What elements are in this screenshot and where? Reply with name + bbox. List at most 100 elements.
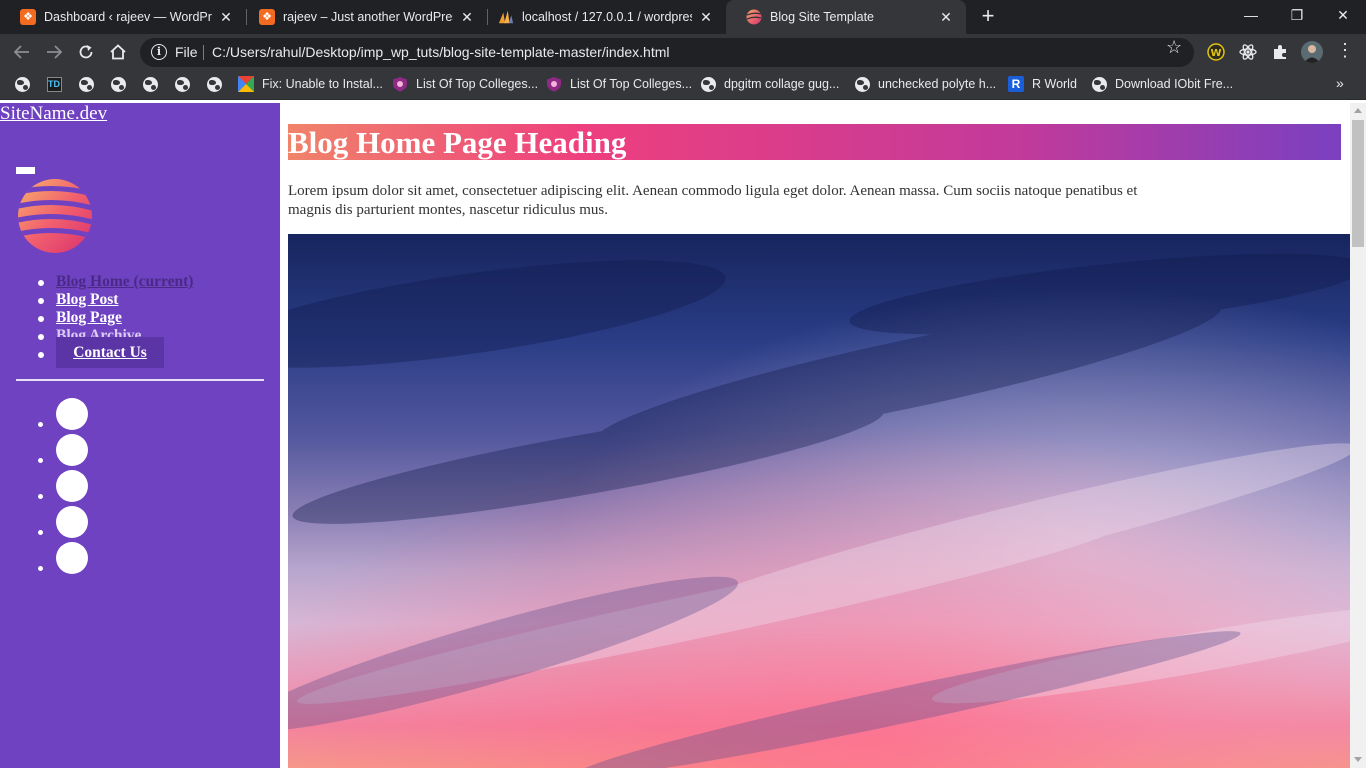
bookmark-label: List Of Top Colleges... <box>416 77 539 91</box>
react-devtools-icon[interactable] <box>1239 43 1257 61</box>
tab-phpmyadmin[interactable]: localhost / 127.0.0.1 / wordpress ✕ <box>478 0 726 34</box>
globe-icon <box>14 76 30 92</box>
colorful-icon <box>238 76 254 92</box>
nav-link-blog-post[interactable]: Blog Post <box>56 291 118 308</box>
browser-toolbar: i File C:/Users/rahul/Desktop/imp_wp_tut… <box>0 34 1366 70</box>
info-icon[interactable]: i <box>151 44 167 60</box>
page-viewport: SiteName.dev Blog Home (current) Blog Po… <box>0 103 1366 768</box>
bookmark-item[interactable]: R R World <box>1008 70 1077 98</box>
globe-icon <box>78 76 94 92</box>
home-icon[interactable] <box>106 40 130 64</box>
social-icon[interactable] <box>56 506 88 538</box>
menu-toggle-button[interactable] <box>16 167 35 174</box>
list-bullet <box>38 494 43 499</box>
tab-wordpress-dashboard[interactable]: ❖ Dashboard ‹ rajeev — WordPress ✕ <box>0 0 246 34</box>
menu-dots-icon[interactable]: ⋮ <box>1336 41 1354 61</box>
address-bar[interactable]: i File C:/Users/rahul/Desktop/imp_wp_tut… <box>140 38 1194 67</box>
page-scrollbar[interactable] <box>1350 103 1366 768</box>
bookmark-label: R World <box>1032 77 1077 91</box>
more-bookmarks-icon[interactable]: » <box>1336 75 1344 91</box>
bookmark-label: unchecked polyte h... <box>878 77 997 91</box>
bookmark-item[interactable]: List Of Top Colleges... <box>392 70 538 98</box>
bookmark-item[interactable] <box>14 70 38 98</box>
bookmark-item[interactable]: Download IObit Fre... <box>1091 70 1233 98</box>
tab-title: Blog Site Template <box>770 10 874 24</box>
globe-icon <box>700 76 716 92</box>
close-icon[interactable]: ✕ <box>938 9 954 25</box>
tab-title: rajeev – Just another WordPress s <box>283 10 453 24</box>
nav-link-blog-home[interactable]: Blog Home (current) <box>56 273 193 290</box>
bookmark-label: Download IObit Fre... <box>1115 77 1234 91</box>
bookmark-item[interactable] <box>142 70 166 98</box>
bookmarks-bar: TD Fix: Unable to Instal... List Of Top … <box>0 70 1366 100</box>
tab-wordpress-site[interactable]: ❖ rajeev – Just another WordPress s ✕ <box>239 0 487 34</box>
globe-icon <box>206 76 222 92</box>
back-icon[interactable] <box>10 40 34 64</box>
social-icon[interactable] <box>56 434 88 466</box>
page-heading: Blog Home Page Heading <box>288 124 1341 160</box>
site-name-link[interactable]: SiteName.dev <box>0 103 107 125</box>
site-logo-icon <box>18 179 92 253</box>
social-icon[interactable] <box>56 398 88 430</box>
bookmark-item[interactable] <box>206 70 230 98</box>
bookmark-item[interactable]: Fix: Unable to Instal... <box>238 70 383 98</box>
nav-item-blog-post: Blog Post <box>37 291 193 309</box>
shield-icon <box>546 76 562 92</box>
profile-avatar[interactable] <box>1301 41 1323 63</box>
bookmark-item[interactable]: unchecked polyte h... <box>854 70 996 98</box>
scroll-up-icon[interactable] <box>1354 108 1362 113</box>
forward-icon[interactable] <box>42 40 66 64</box>
tab-blog-site-template[interactable]: Blog Site Template ✕ <box>726 0 966 34</box>
xampp-icon: ❖ <box>20 9 36 25</box>
close-icon[interactable]: ✕ <box>698 9 714 25</box>
url-text[interactable]: C:/Users/rahul/Desktop/imp_wp_tuts/blog-… <box>212 38 670 67</box>
app-icon: TD <box>46 76 62 92</box>
nav-item-blog-home: Blog Home (current) <box>37 273 193 291</box>
extensions-puzzle-icon[interactable] <box>1271 43 1289 61</box>
scheme-label: File <box>175 44 198 60</box>
bookmark-item[interactable] <box>174 70 198 98</box>
nav-link-blog-page[interactable]: Blog Page <box>56 309 122 326</box>
reload-icon[interactable] <box>74 40 98 64</box>
scroll-down-icon[interactable] <box>1354 757 1362 762</box>
restore-icon[interactable]: ❐ <box>1274 0 1320 30</box>
intro-paragraph: Lorem ipsum dolor sit amet, consectetuer… <box>288 183 1138 218</box>
shield-icon <box>392 76 408 92</box>
globe-icon <box>174 76 190 92</box>
bookmark-item[interactable] <box>78 70 102 98</box>
close-icon[interactable]: ✕ <box>459 9 475 25</box>
globe-icon <box>1091 76 1107 92</box>
svg-text:W: W <box>1210 48 1221 59</box>
scrollbar-thumb[interactable] <box>1352 120 1364 247</box>
sidebar-divider <box>16 379 264 381</box>
r-icon: R <box>1008 76 1024 92</box>
bookmark-item[interactable] <box>110 70 134 98</box>
bookmark-item[interactable]: List Of Top Colleges... <box>546 70 692 98</box>
phpmyadmin-icon <box>498 9 514 25</box>
new-tab-icon[interactable]: + <box>976 5 1000 29</box>
globe-logo-icon <box>746 9 762 25</box>
list-bullet <box>38 530 43 535</box>
tab-title: localhost / 127.0.0.1 / wordpress <box>522 10 692 24</box>
globe-icon <box>142 76 158 92</box>
hero-image <box>288 234 1350 768</box>
social-icon[interactable] <box>56 470 88 502</box>
omnibox-divider <box>203 45 204 60</box>
contact-us-button[interactable]: Contact Us <box>56 337 164 368</box>
list-bullet <box>38 422 43 427</box>
main-content: Blog Home Page Heading Lorem ipsum dolor… <box>288 103 1350 768</box>
sky-clouds-image <box>288 234 1350 768</box>
globe-icon <box>854 76 870 92</box>
social-icon[interactable] <box>56 542 88 574</box>
sidebar: SiteName.dev Blog Home (current) Blog Po… <box>0 103 280 768</box>
wappalyzer-extension-icon[interactable]: W <box>1207 43 1225 61</box>
bookmark-item[interactable]: TD <box>46 70 70 98</box>
close-window-icon[interactable]: ✕ <box>1320 0 1366 30</box>
minimize-icon[interactable]: — <box>1228 0 1274 30</box>
list-bullet <box>38 566 43 571</box>
bookmark-star-icon[interactable]: ☆ <box>1166 37 1182 58</box>
close-icon[interactable]: ✕ <box>218 9 234 25</box>
bookmark-label: List Of Top Colleges... <box>570 77 693 91</box>
tab-strip: ❖ Dashboard ‹ rajeev — WordPress ✕ ❖ raj… <box>0 0 1366 34</box>
bookmark-item[interactable]: dpgitm collage gug... <box>700 70 839 98</box>
